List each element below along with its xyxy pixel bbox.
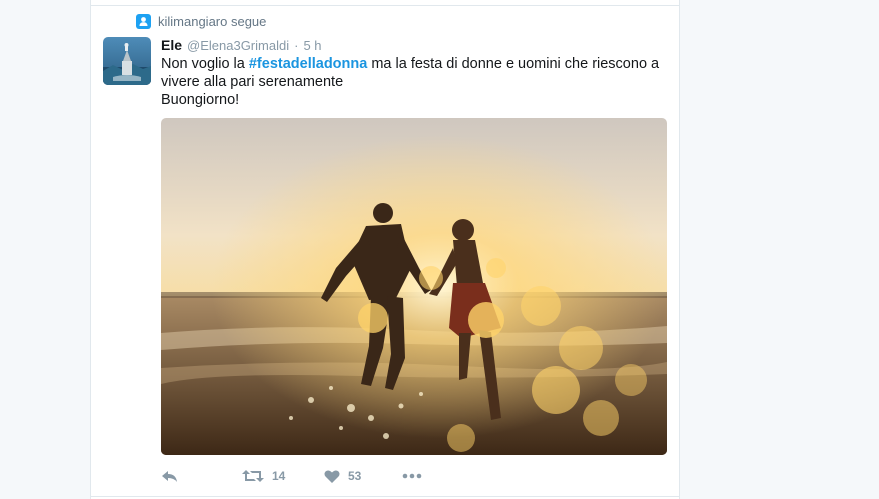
avatar[interactable] bbox=[103, 37, 151, 85]
tweet-text: Non voglio la #festadelladonna ma la fes… bbox=[161, 55, 671, 109]
tweet-author-username[interactable]: @Elena3Grimaldi bbox=[187, 38, 289, 53]
retweet-count: 14 bbox=[272, 469, 286, 483]
heart-icon[interactable] bbox=[324, 469, 340, 484]
tweet-photo[interactable] bbox=[161, 118, 667, 455]
retweet-action[interactable]: 14 bbox=[242, 466, 285, 486]
reply-action[interactable] bbox=[161, 466, 179, 486]
tweet-context: kilimangiaro segue bbox=[136, 14, 266, 29]
more-action[interactable] bbox=[402, 466, 422, 486]
person-follow-icon bbox=[136, 14, 151, 29]
reply-icon[interactable] bbox=[161, 468, 179, 484]
tweet-author-name[interactable]: Ele bbox=[161, 37, 182, 53]
top-divider bbox=[90, 5, 680, 6]
context-text[interactable]: kilimangiaro segue bbox=[158, 14, 266, 29]
tweet-header: Ele @Elena3Grimaldi · 5 h bbox=[161, 37, 322, 53]
tweet-timestamp[interactable]: 5 h bbox=[303, 38, 321, 53]
tweet-text-before: Non voglio la bbox=[161, 56, 249, 72]
like-action[interactable]: 53 bbox=[324, 466, 361, 486]
header-separator: · bbox=[294, 38, 299, 53]
like-count: 53 bbox=[348, 469, 362, 483]
tweet-text-line2: Buongiorno! bbox=[161, 92, 240, 108]
hashtag-link[interactable]: #festadelladonna bbox=[249, 56, 367, 72]
bottom-divider bbox=[90, 496, 680, 497]
retweet-icon[interactable] bbox=[242, 468, 264, 484]
more-dots-icon[interactable] bbox=[402, 473, 422, 479]
